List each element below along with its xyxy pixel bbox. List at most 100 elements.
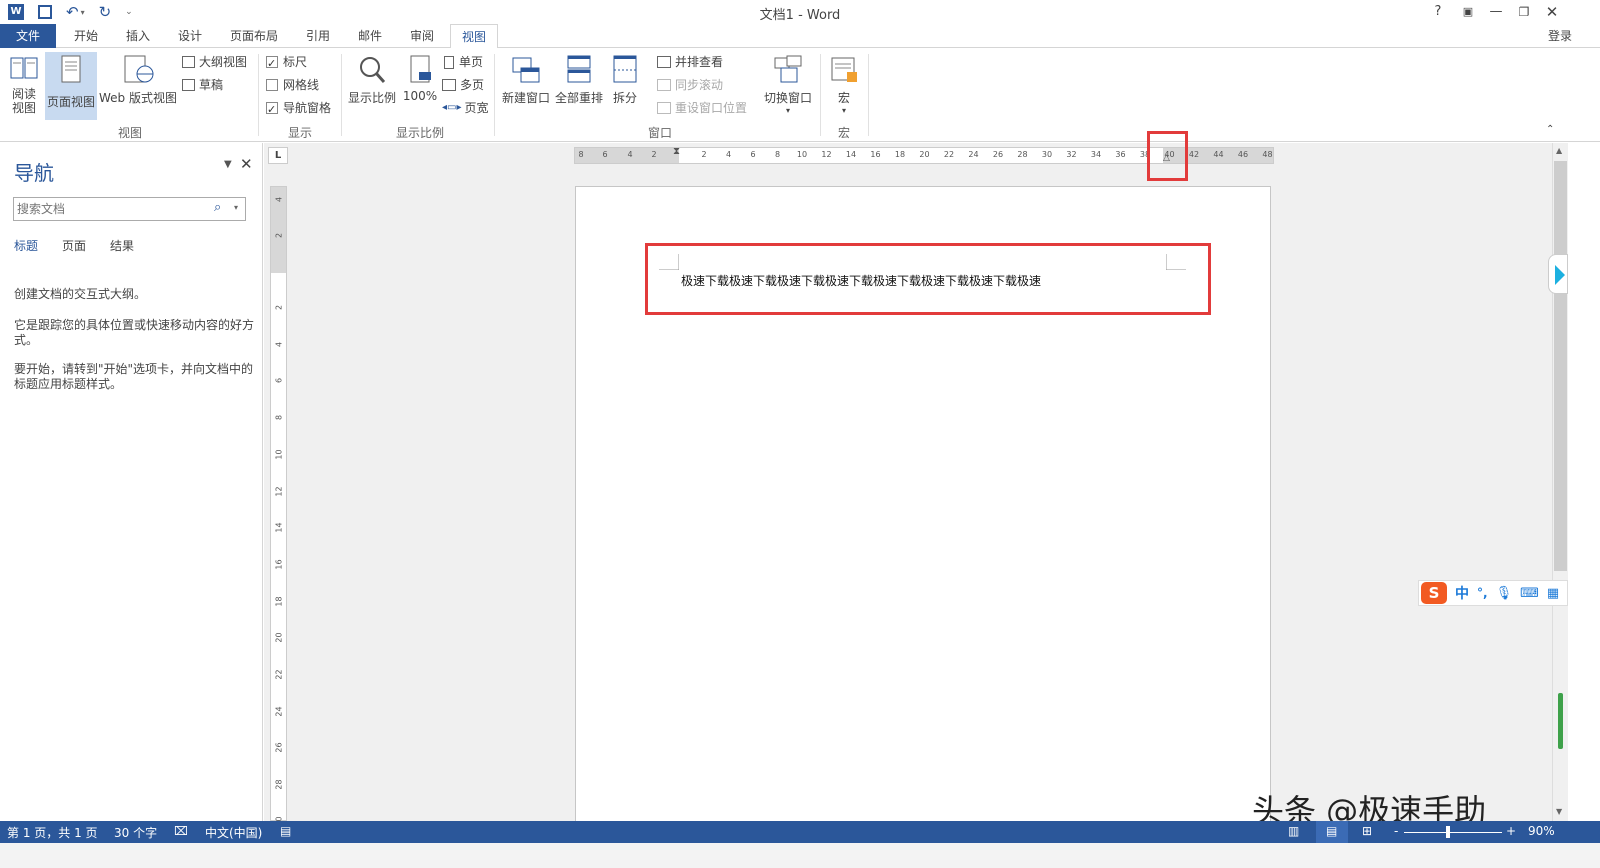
zoom-100-icon — [410, 55, 431, 83]
reset-window-position-button[interactable]: 重设窗口位置 — [657, 98, 747, 118]
zoom-slider-thumb[interactable] — [1446, 826, 1450, 838]
search-dropdown-icon[interactable]: ▾ — [234, 203, 238, 212]
ruler-checkbox[interactable]: 标尺 — [266, 52, 307, 74]
gridlines-checkbox[interactable]: 网格线 — [266, 75, 319, 95]
separator — [494, 54, 495, 136]
nav-options-icon[interactable]: ▼ — [224, 159, 232, 170]
first-line-indent-marker[interactable]: ⧗ — [673, 146, 680, 157]
nav-close-icon[interactable]: ✕ — [240, 155, 253, 173]
scroll-up-icon[interactable]: ▲ — [1556, 146, 1562, 155]
ruler-tick: 8 — [774, 150, 781, 159]
macros-button[interactable]: 宏 ▾ — [826, 54, 862, 115]
macros-icon — [831, 57, 857, 82]
ruler-tick: 24 — [968, 150, 979, 159]
vertical-scrollbar[interactable]: ▲ ▼ — [1552, 143, 1568, 821]
ruler-tick: 10 — [274, 449, 284, 460]
ruler-tick: 28 — [1017, 150, 1028, 159]
nav-tab-headings[interactable]: 标题 — [14, 237, 38, 254]
chevron-down-icon: ▾ — [841, 106, 846, 115]
tab-selector[interactable]: L — [268, 147, 288, 164]
split-label: 拆分 — [612, 91, 637, 105]
page-width-icon: ◂▭▸ — [442, 102, 462, 113]
word-count[interactable]: 30 个字 — [114, 824, 157, 841]
help-button[interactable]: ? — [1426, 2, 1450, 22]
multiple-pages-button[interactable]: 多页 — [442, 75, 484, 95]
ruler-tick: 8 — [274, 415, 284, 421]
restore-button[interactable]: ❐ — [1512, 2, 1536, 22]
switch-windows-icon — [774, 55, 802, 83]
new-window-button[interactable]: 新建窗口 — [500, 54, 552, 106]
arrange-all-button[interactable]: 全部重排 — [553, 54, 605, 106]
zoom-button[interactable]: 显示比例 — [346, 54, 398, 106]
one-page-label: 单页 — [459, 55, 484, 69]
ime-toolbar[interactable]: S 中 °, 🎙 ⌨ ▦ — [1418, 580, 1568, 606]
collapse-ribbon-icon[interactable]: ⌃ — [1546, 124, 1554, 135]
page-width-button[interactable]: ◂▭▸ 页宽 — [442, 98, 489, 118]
ime-punct[interactable]: °, — [1477, 586, 1488, 600]
ruler-tick: 20 — [919, 150, 930, 159]
macro-record-icon[interactable]: ▤ — [280, 824, 291, 838]
zoom-100-button[interactable]: 100% — [400, 54, 440, 103]
minimize-button[interactable]: — — [1484, 2, 1508, 22]
outline-button[interactable]: 大纲视图 — [182, 52, 247, 72]
language[interactable]: 中文(中国) — [205, 824, 262, 841]
ruler-tick: 4 — [627, 150, 633, 159]
tab-layout[interactable]: 页面布局 — [222, 24, 286, 48]
switch-windows-button[interactable]: 切换窗口 ▾ — [762, 54, 814, 115]
proofing-icon[interactable]: ⌧ — [174, 824, 188, 838]
page-count[interactable]: 第 1 页，共 1 页 — [7, 824, 98, 841]
close-button[interactable]: ✕ — [1540, 2, 1564, 22]
view-side-by-side-button[interactable]: 并排查看 — [657, 52, 723, 72]
switch-windows-label: 切换窗口 — [763, 91, 812, 105]
ime-mode[interactable]: 中 — [1455, 583, 1469, 603]
tab-mailings[interactable]: 邮件 — [348, 24, 392, 48]
nav-pane-label: 导航窗格 — [283, 101, 332, 115]
print-layout-button[interactable]: 页面视图 — [45, 52, 97, 120]
split-button[interactable]: 拆分 — [608, 54, 642, 106]
ruler-tick: 22 — [274, 669, 284, 680]
tab-review[interactable]: 审阅 — [400, 24, 444, 48]
tab-references[interactable]: 引用 — [296, 24, 340, 48]
login-link[interactable]: 登录 — [1536, 24, 1584, 48]
show-group-label: 显示 — [287, 126, 312, 140]
scroll-down-icon[interactable]: ▼ — [1556, 807, 1562, 816]
nav-search-input[interactable] — [13, 197, 246, 221]
nav-tab-pages[interactable]: 页面 — [62, 237, 86, 254]
ruler-tick: 22 — [943, 150, 955, 159]
search-icon[interactable]: ⌕ — [214, 200, 221, 215]
draft-button[interactable]: 草稿 — [182, 75, 223, 95]
keyboard-icon[interactable]: ⌨ — [1520, 586, 1539, 601]
tab-file[interactable]: 文件 — [0, 24, 56, 48]
print-layout-label: 页面视图 — [46, 95, 95, 109]
ribbon-display-options-icon[interactable]: ▣ — [1456, 2, 1480, 22]
read-mode-view-icon[interactable]: ▥ — [1288, 824, 1299, 838]
tab-insert[interactable]: 插入 — [116, 24, 160, 48]
web-layout-view-icon[interactable]: ⊞ — [1362, 824, 1372, 838]
sync-scroll-button[interactable]: 同步滚动 — [657, 75, 723, 95]
chevron-down-icon: ▾ — [785, 106, 790, 115]
zoom-out-button[interactable]: - — [1394, 824, 1398, 838]
nav-tab-results[interactable]: 结果 — [110, 237, 134, 254]
print-layout-icon — [61, 55, 81, 83]
zoom-in-button[interactable]: + — [1506, 824, 1516, 838]
tab-design[interactable]: 设计 — [168, 24, 212, 48]
ruler-tick: 4 — [725, 150, 732, 159]
page-width-label: 页宽 — [464, 101, 489, 115]
tab-home[interactable]: 开始 — [64, 24, 108, 48]
web-layout-button[interactable]: Web 版式视图 — [98, 54, 178, 106]
grid-menu-icon[interactable]: ▦ — [1547, 586, 1559, 601]
zoom-level[interactable]: 90% — [1528, 824, 1555, 838]
scroll-thumb[interactable] — [1554, 161, 1567, 571]
macros-group-label: 宏 — [837, 126, 850, 140]
zoom-slider-track[interactable] — [1404, 832, 1502, 833]
nav-pane-checkbox[interactable]: 导航窗格 — [266, 98, 332, 120]
tab-view[interactable]: 视图 — [450, 24, 498, 49]
side-widget[interactable] — [1548, 254, 1568, 294]
vertical-ruler[interactable]: 4 2 24681012141618202224262830 — [270, 186, 287, 826]
one-page-button[interactable]: 单页 — [444, 52, 483, 72]
window-title: 文档1 - Word — [759, 8, 841, 23]
microphone-icon[interactable]: 🎙 — [1496, 586, 1513, 601]
side-widget-arrow-icon — [1555, 265, 1565, 285]
print-layout-view-icon[interactable]: ▤ — [1326, 824, 1337, 838]
read-mode-button[interactable]: 阅读 视图 — [4, 54, 44, 115]
